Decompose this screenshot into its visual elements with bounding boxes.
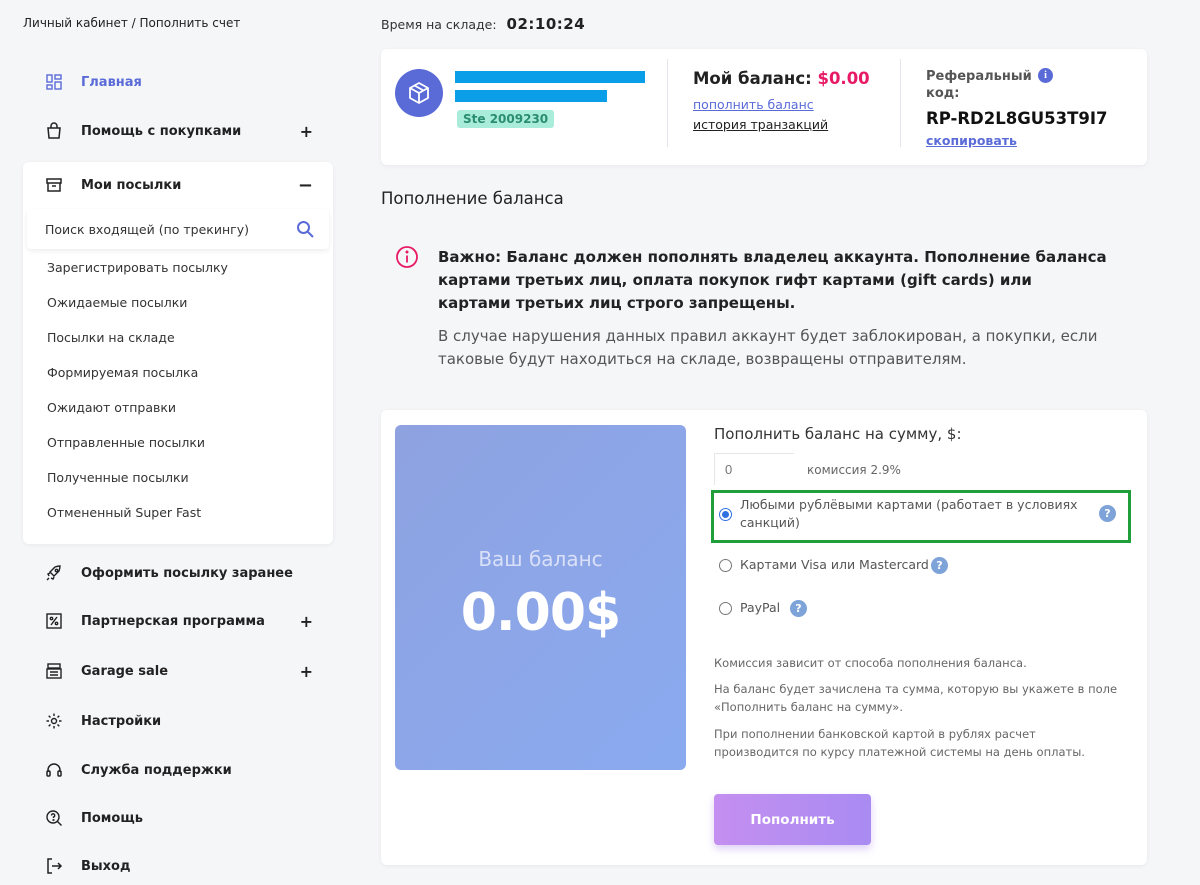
sidebar-item-label: Garage sale	[81, 663, 169, 679]
my-parcels-panel: Мои посылки − Поиск входящей (по трекинг…	[23, 162, 333, 544]
referral-code: RP-RD2L8GU53T9I7	[926, 109, 1108, 128]
info-icon[interactable]: i	[1038, 68, 1053, 83]
collapse-minus-icon[interactable]: −	[298, 175, 313, 196]
radio-rub-cards[interactable]	[719, 508, 732, 521]
suite-badge: Ste 2009230	[457, 110, 555, 128]
topup-balance-link[interactable]: пополнить баланс	[693, 97, 814, 112]
gear-icon	[45, 712, 63, 730]
note-commission: Комиссия зависит от способа пополнения б…	[714, 656, 1027, 670]
logout-icon	[45, 857, 63, 875]
warning-bold-text: Важно: Баланс должен пополнять владелец …	[438, 248, 1107, 312]
divider	[900, 59, 901, 147]
warehouse-time-value: 02:10:24	[506, 15, 586, 33]
my-balance-label: Мой баланс:	[693, 69, 812, 88]
page-title: Пополнение баланса	[381, 189, 564, 208]
warning-normal-text: В случае нарушения данных правил аккаунт…	[438, 327, 1098, 368]
sidebar-item-support[interactable]: Служба поддержки	[23, 755, 333, 785]
amount-input[interactable]	[714, 453, 794, 485]
alert-info-icon	[396, 246, 418, 268]
note-credited-amount: На баланс будет зачислена та сумма, кото…	[714, 682, 1118, 714]
sidebar-item-label: Главная	[81, 74, 142, 90]
sidebar-item-logout[interactable]: Выход	[23, 851, 333, 881]
sidebar-item-label: Мои посылки	[81, 177, 182, 193]
option-paypal-label[interactable]: PayPal	[740, 599, 780, 617]
sidebar-subitem-received-parcels[interactable]: Полученные посылки	[47, 470, 189, 485]
warehouse-time: Время на складе: 02:10:24	[381, 15, 585, 33]
topup-submit-button[interactable]: Пополнить	[714, 794, 871, 845]
sidebar-item-label: Партнерская программа	[81, 613, 265, 629]
sidebar-item-settings[interactable]: Настройки	[23, 706, 333, 736]
account-card: Ste 2009230 Мой баланс: $0.00 пополнить …	[381, 49, 1147, 165]
sidebar-item-preorder[interactable]: Оформить посылку заранее	[23, 558, 333, 588]
tracking-search-input[interactable]: Поиск входящей (по трекингу)	[45, 222, 295, 237]
sidebar-item-label: Настройки	[81, 713, 162, 729]
help-question-icon[interactable]: ?	[1099, 505, 1116, 522]
help-search-icon	[45, 809, 63, 827]
sidebar-item-partner[interactable]: Партнерская программа +	[23, 606, 333, 636]
headset-icon	[45, 761, 63, 779]
archive-box-icon	[45, 176, 63, 194]
help-question-icon[interactable]: ?	[790, 600, 807, 617]
radio-visa-mastercard[interactable]	[719, 559, 732, 572]
warehouse-time-label: Время на складе:	[381, 17, 497, 32]
search-icon[interactable]	[295, 219, 315, 239]
sidebar-item-help[interactable]: Помощь	[23, 803, 333, 833]
percent-icon	[45, 612, 63, 630]
radio-paypal[interactable]	[719, 602, 732, 615]
divider	[667, 59, 668, 147]
expand-plus-icon[interactable]: +	[300, 612, 313, 631]
copy-referral-link[interactable]: скопировать	[926, 133, 1017, 148]
shopping-bag-icon	[45, 122, 63, 140]
redacted-email-bar	[455, 90, 607, 102]
balance-panel: Ваш баланс 0.00$	[395, 425, 686, 770]
option-visa-mastercard-label[interactable]: Картами Visa или Mastercard	[740, 556, 929, 574]
amount-label: Пополнить баланс на сумму, $:	[714, 425, 962, 443]
sidebar-subitem-register-parcel[interactable]: Зарегистрировать посылку	[47, 260, 228, 275]
sidebar-item-garage-sale[interactable]: Garage sale +	[23, 656, 333, 686]
tracking-search-field[interactable]: Поиск входящей (по трекингу)	[27, 209, 329, 249]
redacted-username-bar	[455, 71, 645, 83]
sidebar-subitem-expected-parcels[interactable]: Ожидаемые посылки	[47, 295, 187, 310]
referral-label-text: Реферальный код:	[926, 69, 1032, 101]
expand-plus-icon[interactable]: +	[300, 662, 313, 681]
package-avatar-icon	[395, 69, 443, 117]
my-balance: Мой баланс: $0.00	[693, 69, 870, 88]
sidebar-subitem-awaiting-shipment[interactable]: Ожидают отправки	[47, 400, 176, 415]
expand-plus-icon[interactable]: +	[300, 122, 313, 141]
sidebar-item-my-parcels[interactable]: Мои посылки −	[23, 170, 333, 200]
my-balance-value: $0.00	[817, 69, 870, 88]
dashboard-icon	[45, 73, 63, 91]
sidebar-item-home[interactable]: Главная	[23, 67, 333, 97]
sidebar-item-shopping-help[interactable]: Помощь с покупками +	[23, 116, 333, 146]
sidebar-subitem-forming-parcel[interactable]: Формируемая посылка	[47, 365, 198, 380]
balance-panel-value: 0.00$	[460, 583, 621, 643]
sidebar-subitem-warehouse-parcels[interactable]: Посылки на складе	[47, 330, 175, 345]
option-rub-cards-label[interactable]: Любыми рублёвыми картами (работает в усл…	[740, 496, 1085, 532]
commission-text: комиссия 2.9%	[807, 463, 901, 477]
note-exchange-rate: При пополнении банковской картой в рубля…	[714, 727, 1085, 759]
breadcrumb: Личный кабинет / Пополнить счет	[23, 16, 241, 30]
sidebar-item-label: Выход	[81, 858, 131, 874]
sidebar-item-label: Помощь с покупками	[81, 123, 242, 139]
sidebar-item-label: Служба поддержки	[81, 762, 232, 778]
transaction-history-link[interactable]: история транзакций	[693, 117, 828, 132]
sidebar-item-label: Оформить посылку заранее	[81, 565, 293, 581]
sidebar-subitem-sent-parcels[interactable]: Отправленные посылки	[47, 435, 205, 450]
balance-panel-label: Ваш баланс	[478, 547, 603, 571]
referral-code-label: Реферальный код:	[926, 68, 1056, 102]
topup-card: Ваш баланс 0.00$ Пополнить баланс на сум…	[381, 410, 1147, 865]
sidebar-subitem-cancelled-superfast[interactable]: Отмененный Super Fast	[47, 505, 201, 520]
rocket-icon	[45, 564, 63, 582]
help-question-icon[interactable]: ?	[931, 557, 948, 574]
sidebar-item-label: Помощь	[81, 810, 143, 826]
cash-register-icon	[45, 662, 63, 680]
